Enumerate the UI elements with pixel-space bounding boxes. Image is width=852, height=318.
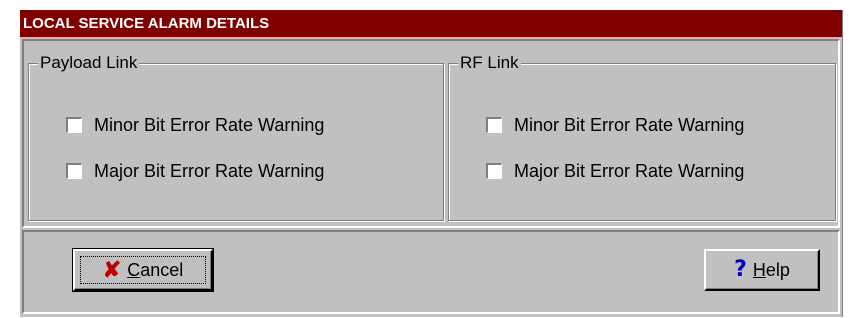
payload-major-ber-warning-checkbox[interactable] bbox=[66, 163, 82, 179]
payload-link-group: Payload Link Minor Bit Error Rate Warnin… bbox=[28, 53, 444, 221]
dialog-button-bar: ✘ Cancel ? Help bbox=[22, 230, 840, 314]
rf-major-ber-warning-option[interactable]: Major Bit Error Rate Warning bbox=[486, 160, 744, 182]
dialog-content: Payload Link Minor Bit Error Rate Warnin… bbox=[22, 39, 840, 228]
payload-link-group-title: Payload Link bbox=[38, 53, 140, 73]
payload-minor-ber-warning-checkbox[interactable] bbox=[66, 117, 82, 133]
payload-minor-ber-warning-label: Minor Bit Error Rate Warning bbox=[94, 115, 325, 135]
question-icon: ? bbox=[734, 257, 747, 282]
payload-minor-ber-warning-option[interactable]: Minor Bit Error Rate Warning bbox=[66, 114, 324, 136]
rf-minor-ber-warning-label: Minor Bit Error Rate Warning bbox=[514, 115, 745, 135]
payload-major-ber-warning-option[interactable]: Major Bit Error Rate Warning bbox=[66, 160, 324, 182]
rf-minor-ber-warning-checkbox[interactable] bbox=[486, 117, 502, 133]
rf-major-ber-warning-label: Major Bit Error Rate Warning bbox=[514, 161, 745, 181]
help-mnemonic: H bbox=[752, 259, 766, 280]
help-label-rest: elp bbox=[765, 259, 790, 280]
payload-major-ber-warning-label: Major Bit Error Rate Warning bbox=[94, 161, 325, 181]
alarm-details-dialog: LOCAL SERVICE ALARM DETAILS Payload Link… bbox=[19, 10, 843, 317]
rf-link-group: RF Link Minor Bit Error Rate Warning Maj… bbox=[448, 53, 836, 221]
focus-ring bbox=[80, 256, 206, 284]
rf-major-ber-warning-checkbox[interactable] bbox=[486, 163, 502, 179]
rf-link-group-title: RF Link bbox=[458, 53, 521, 73]
rf-minor-ber-warning-option[interactable]: Minor Bit Error Rate Warning bbox=[486, 114, 744, 136]
cancel-button[interactable]: ✘ Cancel bbox=[72, 248, 214, 292]
help-button[interactable]: ? Help bbox=[704, 249, 820, 291]
dialog-title: LOCAL SERVICE ALARM DETAILS bbox=[20, 10, 842, 37]
help-button-label: Help bbox=[753, 260, 790, 281]
